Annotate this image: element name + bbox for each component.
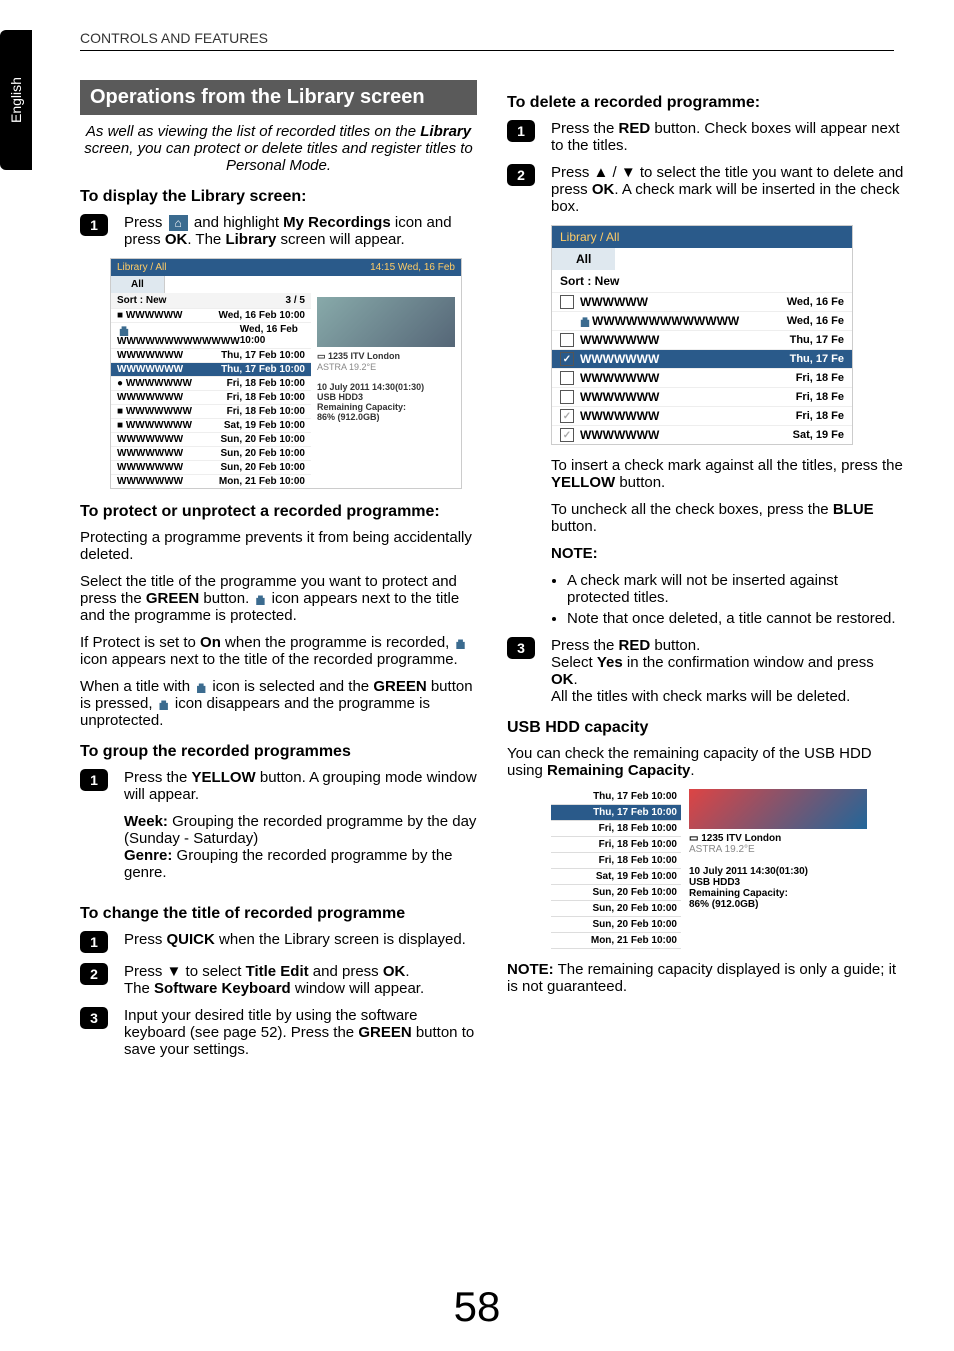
step-number-1: 1 xyxy=(80,214,108,236)
shot1-thumbnail xyxy=(317,297,455,347)
library-screenshot: Library / All 14:15 Wed, 16 Feb All Sort… xyxy=(110,258,462,489)
lock-icon xyxy=(158,698,170,710)
capacity-note: NOTE: The remaining capacity displayed i… xyxy=(507,961,904,995)
delete-note-label: NOTE: xyxy=(551,545,904,562)
group-heading: To group the recorded programmes xyxy=(80,743,477,761)
protect-p2: Select the title of the programme you wa… xyxy=(80,573,477,624)
list-item: ✓WWWWWWWThu, 17 Fe xyxy=(552,349,852,368)
list-item: Thu, 17 Feb 10:00 xyxy=(551,805,681,821)
lock-icon xyxy=(254,593,266,605)
list-item: ■ WWWWWWWSat, 19 Feb 10:00 xyxy=(111,418,311,432)
protect-p4: When a title with icon is selected and t… xyxy=(80,678,477,729)
delete-screenshot: Library / All All Sort : New WWWWWWWed, … xyxy=(551,225,853,445)
list-item: Sun, 20 Feb 10:00 xyxy=(551,901,681,917)
page-number: 58 xyxy=(0,1283,954,1331)
list-item: WWWWWWWFri, 18 Fe xyxy=(552,387,852,406)
display-heading: To display the Library screen: xyxy=(80,188,477,206)
delete-notes: A check mark will not be inserted agains… xyxy=(551,572,904,627)
section-title: Operations from the Library screen xyxy=(80,80,477,115)
list-item: WWWWWWWThu, 17 Feb 10:00 xyxy=(111,348,311,362)
delete-blue: To uncheck all the check boxes, press th… xyxy=(551,501,904,535)
lock-icon xyxy=(455,637,467,649)
list-item: Sat, 19 Feb 10:00 xyxy=(551,869,681,885)
protect-p3: If Protect is set to On when the program… xyxy=(80,634,477,668)
capacity-intro: You can check the remaining capacity of … xyxy=(507,745,904,779)
protect-heading: To protect or unprotect a recorded progr… xyxy=(80,503,477,521)
list-item: WWWWWWWThu, 17 Feb 10:00 xyxy=(111,362,311,376)
list-item: WWWWWWWWWWWWWWed, 16 Fe xyxy=(552,311,852,330)
list-item: WWWWWWWWWWWWWWed, 16 Feb 10:00 xyxy=(111,322,311,348)
list-item: ✓WWWWWWWSat, 19 Fe xyxy=(552,425,852,444)
delete-heading: To delete a recorded programme: xyxy=(507,94,904,112)
list-item: WWWWWWWMon, 21 Feb 10:00 xyxy=(111,474,311,488)
home-icon: ⌂ xyxy=(169,215,188,231)
rename-heading: To change the title of recorded programm… xyxy=(80,905,477,923)
lock-icon xyxy=(195,681,207,693)
capacity-screenshot: Thu, 17 Feb 10:00Thu, 17 Feb 10:00Fri, 1… xyxy=(551,789,871,949)
list-item: WWWWWWWed, 16 Fe xyxy=(552,292,852,311)
delete-step-3: 3 Press the RED button. Select Yes in th… xyxy=(507,637,904,705)
intro-text: As well as viewing the list of recorded … xyxy=(80,123,477,174)
list-item: WWWWWWWThu, 17 Fe xyxy=(552,330,852,349)
list-item: Sun, 20 Feb 10:00 xyxy=(551,885,681,901)
list-item: Fri, 18 Feb 10:00 xyxy=(551,821,681,837)
protect-p1: Protecting a programme prevents it from … xyxy=(80,529,477,563)
page-header: CONTROLS AND FEATURES xyxy=(80,30,894,51)
list-item: Sun, 20 Feb 10:00 xyxy=(551,917,681,933)
rename-step-2: 2 Press ▼ to select Title Edit and press… xyxy=(80,963,477,997)
language-tab: English xyxy=(0,30,32,170)
list-item: Fri, 18 Feb 10:00 xyxy=(551,837,681,853)
list-item: ■ WWWWWWWFri, 18 Feb 10:00 xyxy=(111,404,311,418)
delete-step-2: 2 Press ▲ / ▼ to select the title you wa… xyxy=(507,164,904,215)
shot1-tab-all: All xyxy=(111,276,165,293)
list-item: WWWWWWWSun, 20 Feb 10:00 xyxy=(111,460,311,474)
delete-yellow: To insert a check mark against all the t… xyxy=(551,457,904,491)
shot3-thumbnail xyxy=(689,789,867,829)
capacity-heading: USB HDD capacity xyxy=(507,719,904,737)
list-item: WWWWWWWSun, 20 Feb 10:00 xyxy=(111,446,311,460)
list-item: Thu, 17 Feb 10:00 xyxy=(551,789,681,805)
list-item: Fri, 18 Feb 10:00 xyxy=(551,853,681,869)
group-step-1: 1 Press the YELLOW button. A grouping mo… xyxy=(80,769,477,891)
list-item: WWWWWWWSun, 20 Feb 10:00 xyxy=(111,432,311,446)
list-item: WWWWWWWFri, 18 Feb 10:00 xyxy=(111,390,311,404)
delete-step-1: 1 Press the RED button. Check boxes will… xyxy=(507,120,904,154)
list-item: ■ WWWWWWWed, 16 Feb 10:00 xyxy=(111,308,311,322)
list-item: ● WWWWWWWFri, 18 Feb 10:00 xyxy=(111,376,311,390)
list-item: Mon, 21 Feb 10:00 xyxy=(551,933,681,949)
display-step-1: 1 Press ⌂ and highlight My Recordings ic… xyxy=(80,214,477,248)
shot1-title: Library / All xyxy=(117,262,166,273)
list-item: ✓WWWWWWWFri, 18 Fe xyxy=(552,406,852,425)
list-item: WWWWWWWFri, 18 Fe xyxy=(552,368,852,387)
shot1-clock: 14:15 Wed, 16 Feb xyxy=(370,262,455,273)
rename-step-3: 3 Input your desired title by using the … xyxy=(80,1007,477,1058)
rename-step-1: 1 Press QUICK when the Library screen is… xyxy=(80,931,477,953)
